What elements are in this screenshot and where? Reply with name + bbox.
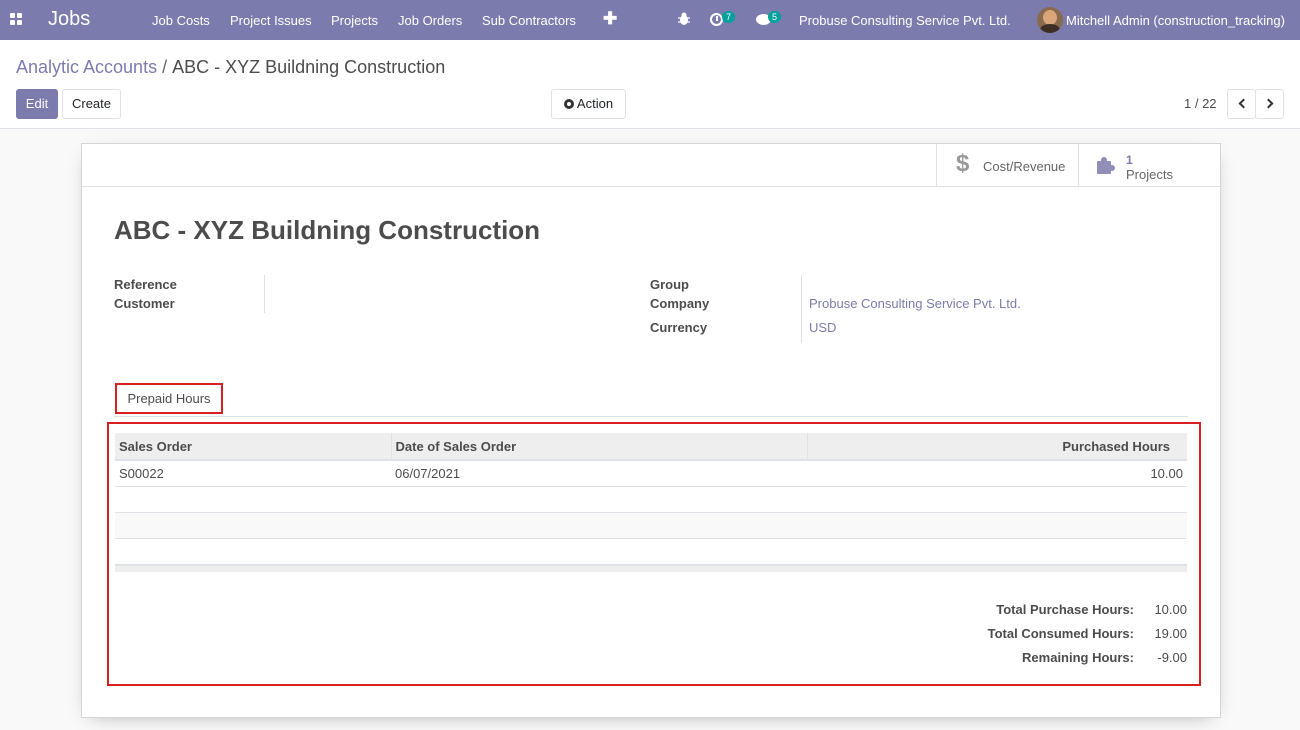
table-row-empty: --- <box>115 486 1187 513</box>
menu-project-issues[interactable]: Project Issues <box>230 13 312 28</box>
purchased-hours-cell: 10.00 <box>807 460 1187 487</box>
gear-icon <box>563 99 574 109</box>
activity-clock-icon[interactable] <box>710 13 723 26</box>
column-header-sales-order[interactable]: Sales Order <box>115 433 392 461</box>
table-row-empty: --- <box>115 512 1187 539</box>
projects-label: Projects <box>1126 167 1173 182</box>
breadcrumb-separator: / <box>162 57 168 77</box>
column-header-date[interactable]: Date of Sales Order <box>391 433 808 461</box>
prepaid-hours-table: Sales Order Date of Sales Order Purchase… <box>115 433 1187 565</box>
cost-revenue-label: Cost/Revenue <box>983 159 1066 174</box>
total-purchase-hours-value: 10.00 <box>1154 602 1187 617</box>
date-cell: 06/07/2021 <box>391 460 807 487</box>
reference-label: Reference <box>114 277 177 292</box>
control-panel: Analytic Accounts / ABC - XYZ Buildning Co… <box>0 40 1300 129</box>
total-consumed-hours-value: 19.00 <box>1154 626 1187 641</box>
chevron-right-icon <box>1263 98 1273 109</box>
chevron-left-icon <box>1238 98 1248 109</box>
table-footer <box>115 565 1187 572</box>
column-header-purchased-hours[interactable]: Purchased Hours <box>807 433 1187 461</box>
edit-button[interactable]: Edit <box>16 89 58 119</box>
menu-job-costs[interactable]: Job Costs <box>152 13 210 28</box>
menu-sub-contractors[interactable]: Sub Contractors <box>482 13 576 28</box>
remaining-hours-label: Remaining Hours: <box>1022 650 1134 665</box>
form-sheet: $ Cost/Revenue 1 Projects ABC - XYZ Buil… <box>81 143 1221 718</box>
user-menu[interactable]: Mitchell Admin (construction_tracking) <box>1066 13 1285 28</box>
customer-label: Customer <box>114 296 175 311</box>
breadcrumb-parent-link[interactable]: Analytic Accounts <box>16 57 157 77</box>
table-row-empty: --- <box>115 538 1187 565</box>
top-navbar: Jobs Job Costs Project Issues Projects J… <box>0 0 1300 40</box>
menu-job-orders[interactable]: Job Orders <box>398 13 462 28</box>
field-divider <box>801 275 802 343</box>
app-brand[interactable]: Jobs <box>48 8 90 31</box>
pager-value[interactable]: 1 / 22 <box>1184 96 1217 111</box>
total-purchase-hours-label: Total Purchase Hours: <box>996 602 1134 617</box>
dollar-icon: $ <box>956 150 970 177</box>
remaining-hours-value: -9.00 <box>1157 650 1187 665</box>
puzzle-icon <box>1095 156 1115 174</box>
breadcrumb-current: ABC - XYZ Buildning Construction <box>172 57 446 77</box>
currency-value-link[interactable]: USD <box>809 320 836 335</box>
pager-previous-button[interactable] <box>1227 89 1256 119</box>
projects-count: 1 <box>1126 153 1133 167</box>
plus-icon[interactable]: ✚ <box>603 9 617 29</box>
activity-count-badge: 7 <box>722 11 735 23</box>
sales-order-cell: S00022 <box>115 460 391 487</box>
table-header-row: Sales Order Date of Sales Order Purchase… <box>115 433 1187 461</box>
company-value-link[interactable]: Probuse Consulting Service Pvt. Ltd. <box>809 296 1021 311</box>
menu-projects[interactable]: Projects <box>331 13 378 28</box>
user-avatar[interactable] <box>1037 7 1063 33</box>
table-row[interactable]: S00022 06/07/2021 10.00 <box>115 460 1187 487</box>
smart-button-box: $ Cost/Revenue 1 Projects <box>82 144 1220 187</box>
record-title: ABC - XYZ Buildning Construction <box>114 215 541 245</box>
tab-divider <box>114 416 1188 417</box>
message-count-badge: 5 <box>768 11 781 23</box>
pager-next-button[interactable] <box>1255 89 1284 119</box>
field-divider <box>264 275 265 313</box>
action-button[interactable]: Action <box>551 89 626 119</box>
company-switcher[interactable]: Probuse Consulting Service Pvt. Ltd. <box>799 13 1011 28</box>
total-consumed-hours-label: Total Consumed Hours: <box>987 626 1134 641</box>
tab-prepaid-hours[interactable]: Prepaid Hours <box>115 383 223 414</box>
create-button[interactable]: Create <box>62 89 121 119</box>
group-label: Group <box>650 277 689 292</box>
apps-menu-icon[interactable] <box>10 13 22 25</box>
cost-revenue-button[interactable]: $ Cost/Revenue <box>936 144 1078 187</box>
bug-icon[interactable] <box>678 12 690 26</box>
company-label: Company <box>650 296 710 311</box>
breadcrumb: Analytic Accounts / ABC - XYZ Buildning Co… <box>16 57 445 78</box>
action-label: Action <box>576 96 614 111</box>
currency-label: Currency <box>650 320 708 335</box>
projects-button[interactable]: 1 Projects <box>1078 144 1220 187</box>
